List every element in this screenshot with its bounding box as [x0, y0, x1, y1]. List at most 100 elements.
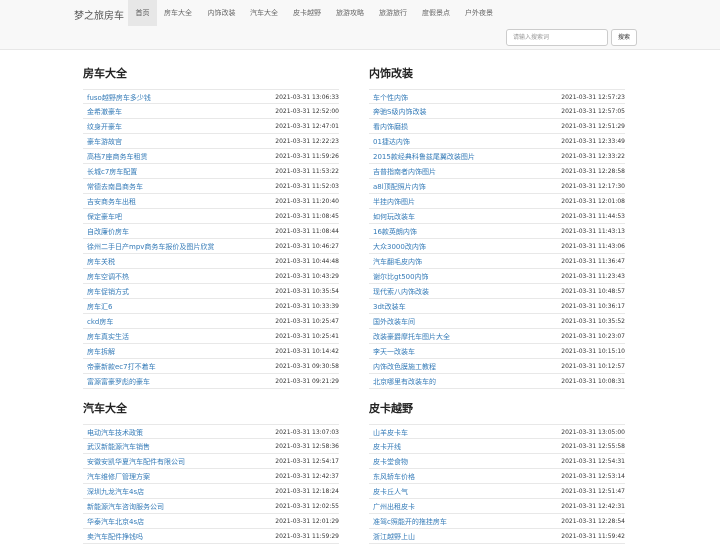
list-item: 国外改装车间 2021-03-31 10:35:52 [369, 314, 625, 329]
article-link[interactable]: 准驾c照能开的拖挂房车 [373, 518, 447, 526]
search-button[interactable]: 搜索 [611, 29, 637, 46]
article-link[interactable]: 看内饰磨损 [373, 123, 408, 131]
nav-item[interactable]: 汽车大全 [245, 0, 283, 26]
article-link[interactable]: 徐州二手日产mpv商务车报价及图片欣赏 [87, 243, 214, 251]
nav-item[interactable]: 首页 [128, 0, 157, 26]
article-link[interactable]: 金希澈豪车 [87, 108, 122, 116]
article-link[interactable]: 东风轿车价格 [373, 473, 415, 481]
article-link[interactable]: a8l顶配照片内饰 [373, 183, 426, 191]
article-date: 2021-03-31 10:44:48 [275, 258, 339, 265]
article-link[interactable]: 内饰改色膜施工教程 [373, 363, 436, 371]
article-link[interactable]: 新能源汽车咨询服务公司 [87, 503, 164, 511]
nav-item[interactable]: 度假景点 [417, 0, 455, 26]
section-title[interactable]: 内饰改装 [369, 67, 625, 89]
article-date: 2021-03-31 10:36:17 [561, 303, 625, 310]
article-link[interactable]: 保定豪车吧 [87, 213, 122, 221]
article-date: 2021-03-31 09:21:29 [275, 378, 339, 385]
article-link[interactable]: 高档7座商务车租赁 [87, 153, 147, 161]
list-item: 2015款经典科鲁兹尾翼改装图片 2021-03-31 12:33:22 [369, 149, 625, 164]
article-link[interactable]: 安徽安凯华夏汽车配件有限公司 [87, 458, 185, 466]
list-item: 吉安商务车出租 2021-03-31 11:20:40 [83, 194, 339, 209]
article-link[interactable]: 16款英朗内饰 [373, 228, 417, 236]
article-link[interactable]: 帝豪新款ec7打不着车 [87, 363, 156, 371]
article-link[interactable]: 常德去南昌商务车 [87, 183, 143, 191]
article-link[interactable]: 房车关税 [87, 258, 115, 266]
article-link[interactable]: 房车汇6 [87, 303, 112, 311]
nav-item[interactable]: 户外夜景 [460, 0, 498, 26]
article-date: 2021-03-31 11:08:45 [275, 213, 339, 220]
article-link[interactable]: 汽车翻毛皮内饰 [373, 258, 422, 266]
article-date: 2021-03-31 09:30:58 [275, 363, 339, 370]
article-link[interactable]: 电动汽车技术政策 [87, 429, 143, 437]
article-link[interactable]: 汽车维修厂管理方案 [87, 473, 150, 481]
article-link[interactable]: 纹身开豪车 [87, 123, 122, 131]
article-date: 2021-03-31 10:12:57 [561, 363, 625, 370]
article-link[interactable]: 吉普指南者内饰图片 [373, 168, 436, 176]
section-title[interactable]: 皮卡越野 [369, 402, 625, 424]
article-date: 2021-03-31 12:54:31 [561, 458, 625, 465]
article-date: 2021-03-31 11:52:03 [275, 183, 339, 190]
nav-item[interactable]: 内饰改装 [202, 0, 241, 26]
article-link[interactable]: 房车空调不热 [87, 273, 129, 281]
list-item: 房车拆解 2021-03-31 10:14:42 [83, 344, 339, 359]
article-date: 2021-03-31 10:25:41 [275, 333, 339, 340]
article-link[interactable]: 半挂内饰图片 [373, 198, 415, 206]
article-link[interactable]: fuso越野房车多少钱 [87, 94, 151, 102]
article-link[interactable]: 国外改装车间 [373, 318, 415, 326]
list-item: 保定豪车吧 2021-03-31 11:08:45 [83, 209, 339, 224]
article-section: 房车大全 fuso越野房车多少钱 2021-03-31 13:06:33 金希澈豪车 2… [83, 67, 339, 389]
article-link[interactable]: 广州出租皮卡 [373, 503, 415, 511]
article-section: 汽车大全 电动汽车技术政策 2021-03-31 13:07:03 武汉新能源汽车销售… [83, 402, 339, 544]
article-link[interactable]: 深圳九龙汽车4s店 [87, 488, 144, 496]
list-item: 汽车翻毛皮内饰 2021-03-31 11:36:47 [369, 254, 625, 269]
list-item: 新能源汽车咨询服务公司 2021-03-31 12:02:55 [83, 499, 339, 514]
article-link[interactable]: 2015款经典科鲁兹尾翼改装图片 [373, 153, 475, 161]
section-title[interactable]: 汽车大全 [83, 402, 339, 424]
nav-item[interactable]: 旅游旅行 [374, 0, 412, 26]
article-link[interactable]: 长城c7房车配置 [87, 168, 137, 176]
article-link[interactable]: 皮卡开线 [373, 443, 401, 451]
article-date: 2021-03-31 11:08:44 [275, 228, 339, 235]
section-title[interactable]: 房车大全 [83, 67, 339, 89]
nav-item[interactable]: 皮卡越野 [289, 0, 325, 26]
nav-item[interactable]: 旅游攻略 [331, 0, 369, 26]
article-link[interactable]: 武汉新能源汽车销售 [87, 443, 150, 451]
article-date: 2021-03-31 11:36:47 [561, 258, 625, 265]
list-item: 房车促销方式 2021-03-31 10:35:54 [83, 284, 339, 299]
article-date: 2021-03-31 10:15:10 [561, 348, 625, 355]
list-item: 改装豪爵摩托车图片大全 2021-03-31 10:23:07 [369, 329, 625, 344]
article-link[interactable]: 皮卡丘人气 [373, 488, 408, 496]
article-link[interactable]: 房车拆解 [87, 348, 115, 356]
article-link[interactable]: 皮卡堂食物 [373, 458, 408, 466]
article-link[interactable]: 李天一改装车 [373, 348, 415, 356]
article-link[interactable]: 奔驰S级内饰改装 [373, 108, 426, 116]
article-link[interactable]: 北京哪里有改装车的 [373, 378, 436, 386]
list-item: 01捷达内饰 2021-03-31 12:33:49 [369, 134, 625, 149]
article-link[interactable]: 车个性内饰 [373, 94, 408, 102]
article-link[interactable]: 房车促销方式 [87, 288, 129, 296]
article-link[interactable]: 豪车游故宫 [87, 138, 122, 146]
article-link[interactable]: 房车真实生活 [87, 333, 129, 341]
article-link[interactable]: 谢尔比gt500内饰 [373, 273, 429, 281]
list-item: 华泰汽车北京4s店 2021-03-31 12:01:29 [83, 514, 339, 529]
article-link[interactable]: 吉安商务车出租 [87, 198, 136, 206]
nav-item[interactable]: 房车大全 [158, 0, 198, 26]
article-link[interactable]: 华泰汽车北京4s店 [87, 518, 144, 526]
article-link[interactable]: 01捷达内饰 [373, 138, 410, 146]
article-link[interactable]: 现代索八内饰改装 [373, 288, 429, 296]
article-link[interactable]: 自改廉价房车 [87, 228, 129, 236]
article-link[interactable]: ckd房车 [87, 318, 113, 326]
list-item: 自改廉价房车 2021-03-31 11:08:44 [83, 224, 339, 239]
article-link[interactable]: 富源富豪罗彪的豪车 [87, 378, 150, 386]
article-link[interactable]: 山羊皮卡车 [373, 429, 408, 437]
article-link[interactable]: 如何玩改装车 [373, 213, 415, 221]
search-input[interactable] [506, 29, 608, 46]
site-brand[interactable]: 梦之旅房车 [74, 7, 124, 22]
article-link[interactable]: 大众3000改内饰 [373, 243, 426, 251]
article-link[interactable]: 改装豪爵摩托车图片大全 [373, 333, 450, 341]
list-item: 内饰改色膜施工教程 2021-03-31 10:12:57 [369, 359, 625, 374]
list-item: 帝豪新款ec7打不着车 2021-03-31 09:30:58 [83, 359, 339, 374]
list-item: 纹身开豪车 2021-03-31 12:47:01 [83, 119, 339, 134]
list-item: 浙江越野上山 2021-03-31 11:59:42 [369, 529, 625, 544]
article-link[interactable]: 3dt改装车 [373, 303, 406, 311]
